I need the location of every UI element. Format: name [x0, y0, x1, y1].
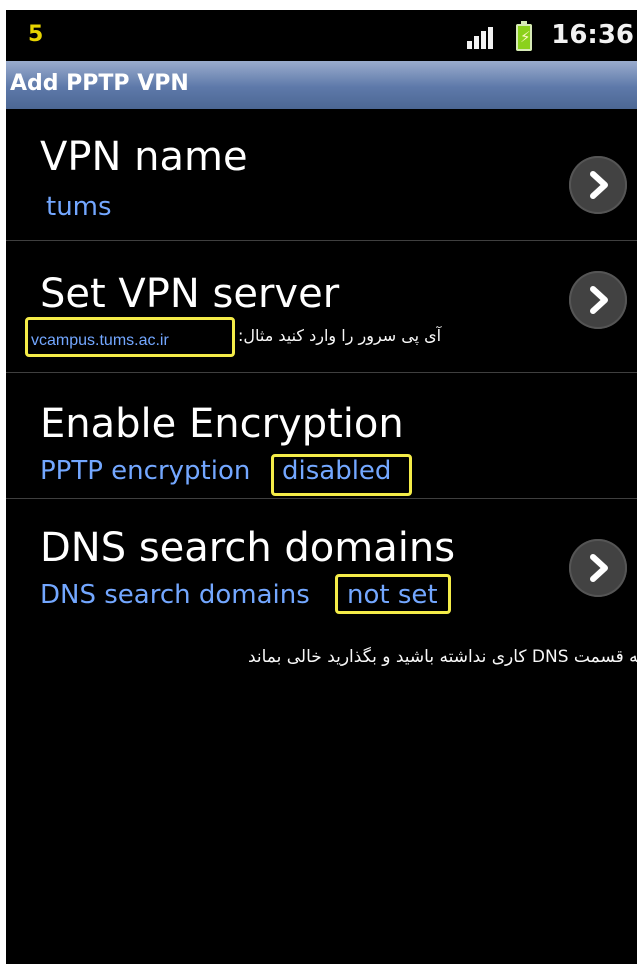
dns-highlight	[335, 574, 451, 614]
encryption-label: Enable Encryption	[40, 401, 404, 447]
vpn-server-chevron-button[interactable]	[569, 271, 627, 329]
dns-label: DNS search domains	[40, 525, 456, 571]
vpn-name-label: VPN name	[40, 134, 248, 180]
encryption-prefix: PPTP encryption	[40, 456, 251, 486]
notification-count: 5	[28, 22, 44, 47]
server-highlight	[25, 317, 235, 357]
clock: 16:36	[551, 20, 634, 50]
encryption-highlight	[271, 454, 412, 496]
status-bar: 5 ⚡ 16:36	[6, 10, 637, 60]
title-bar: Add PPTP VPN	[6, 61, 637, 109]
vpn-name-value: tums	[46, 192, 112, 222]
dns-note: به قسمت DNS کاری نداشته باشید و بگذارید …	[247, 647, 637, 667]
signal-icon	[467, 27, 497, 49]
vpn-name-row[interactable]: VPN name tums	[6, 110, 637, 240]
chevron-right-icon	[590, 171, 608, 199]
page-title: Add PPTP VPN	[10, 71, 189, 96]
battery-charging-icon: ⚡	[520, 28, 531, 46]
dns-prefix: DNS search domains	[40, 580, 310, 610]
chevron-right-icon	[590, 554, 608, 582]
android-screen: 5 ⚡ 16:36 Add PPTP VPN VPN name tums Set…	[6, 10, 637, 964]
dns-chevron-button[interactable]	[569, 539, 627, 597]
persian-hint: آی پی سرور را وارد کنید مثال:	[238, 326, 442, 345]
dns-row[interactable]: DNS search domains DNS search domains no…	[6, 499, 637, 644]
vpn-name-chevron-button[interactable]	[569, 156, 627, 214]
encryption-row[interactable]: Enable Encryption PPTP encryption disabl…	[6, 373, 637, 498]
chevron-right-icon	[590, 286, 608, 314]
vpn-server-label: Set VPN server	[40, 271, 340, 317]
